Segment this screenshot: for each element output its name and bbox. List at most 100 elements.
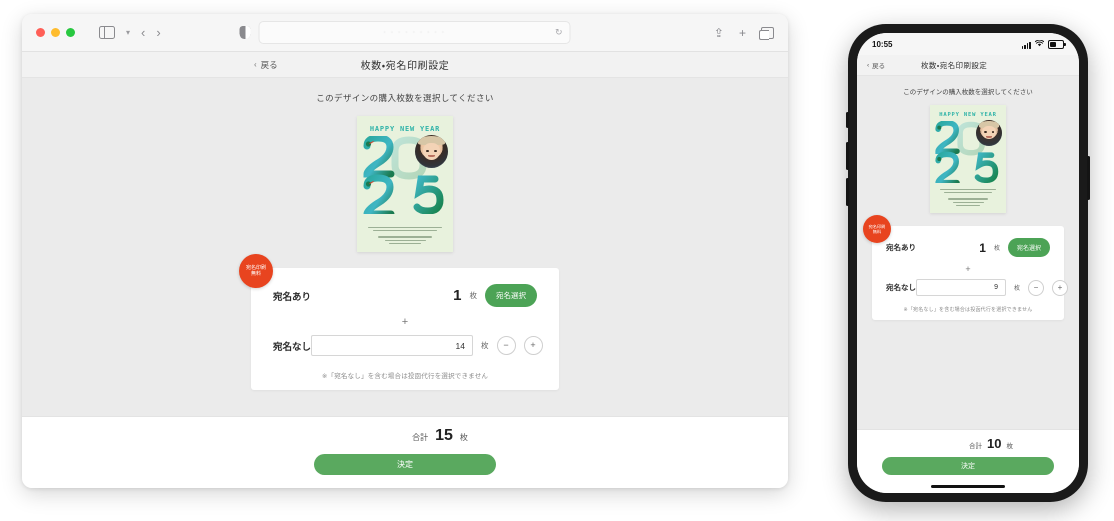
mobile-page-footer: 合計 10 枚 決定: [857, 429, 1079, 479]
tab-overview-icon[interactable]: [759, 26, 774, 40]
photo-eye-left: [426, 150, 429, 152]
mobile-postcard-greeting: HAPPY NEW YEAR: [939, 112, 997, 118]
toolbar-left-controls: ▾ ‹ ›: [99, 25, 161, 40]
total-label: 合計: [412, 433, 429, 442]
total-unit: 枚: [459, 433, 468, 442]
toolbar-right-controls: ⇪ +: [714, 26, 774, 40]
forward-navigation-icon[interactable]: ›: [156, 26, 160, 39]
photo-mouth: [428, 155, 435, 157]
with-address-label: 宛名あり: [273, 291, 312, 303]
address-bar-group: · · · · · · · · · ↻: [239, 21, 571, 44]
mobile-with-address-unit: 枚: [993, 246, 1000, 252]
mobile-back-link[interactable]: ‹ 戻る: [867, 60, 886, 71]
volume-up-button[interactable]: [846, 142, 849, 170]
close-window-button[interactable]: [36, 28, 45, 37]
minimize-window-button[interactable]: [51, 28, 60, 37]
quantity-selection-card: 宛名印刷 無料 宛名あり 1 枚 宛名選択 + 宛名なし 14 枚 − + ※「…: [239, 254, 559, 390]
mobile-postcard-preview[interactable]: HAPPY NEW YEAR: [930, 105, 1006, 213]
mobile-without-address-unit: 枚: [1014, 286, 1021, 292]
url-text: · · · · · · · · ·: [383, 29, 446, 36]
select-address-button[interactable]: 宛名選択: [485, 284, 537, 307]
back-link[interactable]: ‹ 戻る: [254, 59, 278, 71]
sidebar-icon[interactable]: [99, 25, 115, 40]
mobile-free-address-printing-badge: 宛名印刷 無料: [863, 215, 891, 243]
photo-eye-left: [984, 131, 987, 133]
increment-button[interactable]: +: [523, 336, 543, 355]
iphone-status-bar: 10:55: [857, 33, 1079, 55]
mobile-without-address-quantity-input[interactable]: [916, 279, 1006, 296]
mobile-increment-button[interactable]: +: [1052, 279, 1069, 296]
status-icons: [1021, 39, 1066, 49]
chevron-left-icon: ‹: [867, 61, 870, 69]
without-address-unit: 枚: [481, 341, 489, 350]
mobile-select-address-button[interactable]: 宛名選択: [1007, 238, 1050, 257]
address-note: ※「宛名なし」を含む場合は投函代行を選択できません: [321, 373, 489, 380]
without-address-label: 宛名なし: [273, 341, 312, 353]
wifi-icon: [1034, 39, 1045, 49]
new-tab-icon[interactable]: +: [739, 26, 746, 40]
with-address-controls: 1 枚 宛名選択: [453, 284, 537, 307]
iphone-screen: 10:55 ‹ 戻る 枚数・宛名印刷設定 このデザインの購入枚数を選択してくださ…: [857, 33, 1079, 493]
page-header: ‹ 戻る 枚数・宛名印刷設定: [22, 52, 788, 78]
battery-icon: [1048, 39, 1066, 49]
mobile-page-body: このデザインの購入枚数を選択してください HAPPY NEW YEAR 宛名印刷…: [857, 76, 1079, 429]
maximize-window-button[interactable]: [66, 28, 75, 37]
total-quantity: 15: [435, 427, 453, 444]
mobile-with-address-label: 宛名あり: [886, 243, 916, 252]
free-address-printing-badge: 宛名印刷 無料: [239, 254, 273, 288]
photo-eye-right: [434, 150, 437, 152]
mobile-page-title: 枚数・宛名印刷設定: [921, 60, 988, 70]
photo-eye-right: [991, 131, 994, 133]
mobile-without-address-controls: 枚 − +: [916, 279, 1069, 296]
decrement-button[interactable]: −: [496, 336, 516, 355]
mobile-without-address-row: 宛名なし 枚 − +: [886, 279, 1069, 296]
volume-down-button[interactable]: [846, 178, 849, 206]
mobile-total-quantity: 10: [987, 436, 1002, 451]
url-input[interactable]: · · · · · · · · · ↻: [258, 21, 571, 44]
status-time: 10:55: [872, 39, 893, 49]
mobile-total-row: 合計 10 枚: [969, 436, 1013, 451]
without-address-quantity-input[interactable]: [311, 335, 474, 356]
postcard-message-text: [364, 227, 446, 246]
page-body: このデザインの購入枚数を選択してください HAPPY NEW YEAR 宛名印刷…: [22, 78, 788, 416]
safari-browser-window: ▾ ‹ › · · · · · · · · · ↻ ⇪ + ‹ 戻る 枚数・宛名…: [22, 14, 788, 488]
page-footer: 合計 15 枚 決定: [22, 416, 788, 488]
mobile-postcard-message-text: [937, 189, 999, 208]
mobile-page-header: ‹ 戻る 枚数・宛名印刷設定: [857, 55, 1079, 76]
mobile-decrement-button[interactable]: −: [1028, 279, 1045, 296]
window-traffic-lights[interactable]: [36, 28, 75, 37]
postcard-preview[interactable]: HAPPY NEW YEAR: [357, 116, 453, 252]
page-title: 枚数・宛名印刷設定: [360, 61, 450, 72]
mobile-total-unit: 枚: [1006, 443, 1013, 450]
badge-line-2: 無料: [872, 229, 882, 234]
confirm-button[interactable]: 決定: [314, 454, 496, 475]
without-address-row: 宛名なし 枚 − +: [273, 335, 543, 356]
share-icon[interactable]: ⇪: [714, 26, 724, 40]
home-indicator[interactable]: [857, 479, 1079, 493]
browser-toolbar: ▾ ‹ › · · · · · · · · · ↻ ⇪ +: [22, 14, 788, 52]
back-link-label: 戻る: [260, 59, 278, 70]
chevron-down-icon[interactable]: ▾: [126, 28, 130, 37]
badge-line-2: 無料: [250, 271, 261, 277]
without-address-controls: 枚 − +: [311, 335, 543, 356]
silent-switch[interactable]: [846, 112, 849, 128]
power-button[interactable]: [1087, 156, 1090, 200]
mobile-total-label: 合計: [969, 443, 983, 450]
with-address-quantity: 1: [453, 287, 462, 304]
reload-icon[interactable]: ↻: [555, 27, 563, 38]
mobile-quantity-selection-card: 宛名印刷 無料 宛名あり 1 枚 宛名選択 + 宛名なし 9 枚 − + ※「宛…: [863, 215, 1069, 320]
mobile-back-label: 戻る: [872, 63, 886, 70]
postcard-greeting: HAPPY NEW YEAR: [369, 125, 441, 133]
mobile-with-address-quantity: 1: [979, 240, 986, 255]
chevron-left-icon: ‹: [254, 60, 257, 69]
mobile-postcard-child-photo: [976, 120, 1002, 146]
web-page: ‹ 戻る 枚数・宛名印刷設定 このデザインの購入枚数を選択してください HAPP…: [22, 52, 788, 488]
mobile-with-address-controls: 1 枚 宛名選択: [979, 238, 1050, 257]
with-address-row: 宛名あり 1 枚 宛名選択: [273, 284, 537, 307]
mobile-confirm-button[interactable]: 決定: [882, 457, 1054, 475]
mobile-page-subtitle: このデザインの購入枚数を選択してください: [903, 89, 1033, 96]
plus-divider: +: [401, 316, 409, 328]
privacy-shield-icon[interactable]: [239, 26, 251, 39]
page-subtitle: このデザインの購入枚数を選択してください: [316, 93, 494, 103]
back-navigation-icon[interactable]: ‹: [141, 26, 145, 39]
